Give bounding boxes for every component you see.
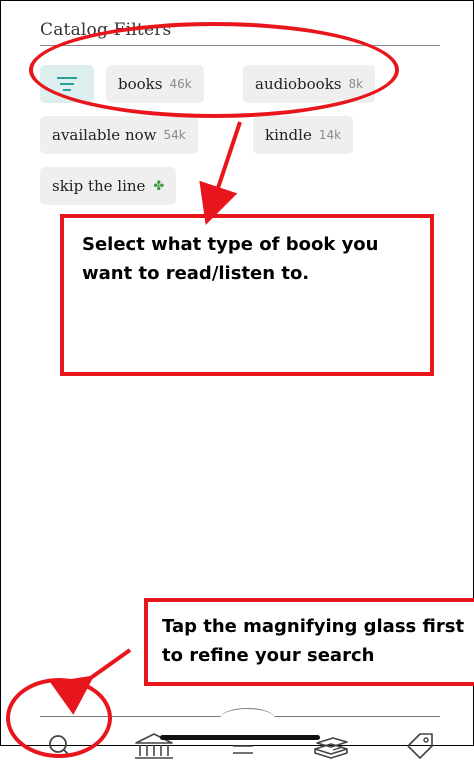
- home-indicator: [160, 735, 320, 740]
- tab-menu[interactable]: [225, 728, 261, 764]
- arrow-to-search-icon: [50, 648, 132, 715]
- tag-icon: [407, 733, 433, 759]
- tab-tags[interactable]: [402, 728, 438, 764]
- tab-libraries[interactable]: [131, 728, 177, 764]
- tabbar-handle: [220, 708, 275, 729]
- search-highlight-oval: [6, 678, 112, 758]
- tab-shelf[interactable]: [308, 728, 354, 764]
- arrow-to-type-callout: [199, 121, 242, 225]
- annotation-arrows: [50, 121, 242, 715]
